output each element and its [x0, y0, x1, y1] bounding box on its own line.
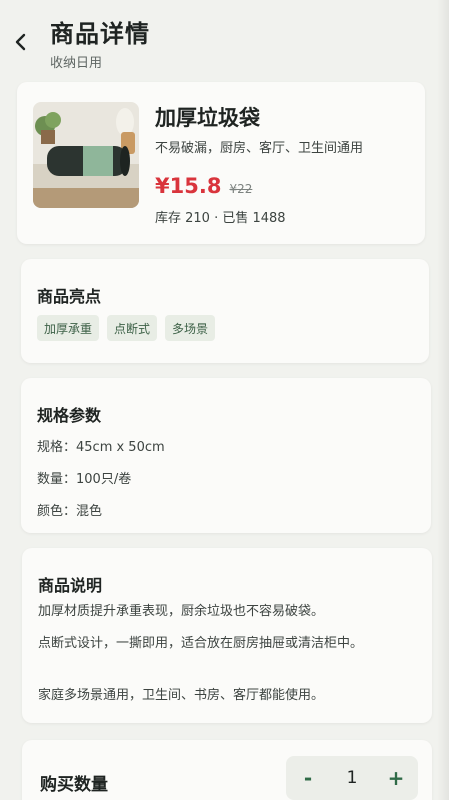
back-button[interactable] — [8, 28, 34, 56]
chevron-left-icon — [15, 33, 26, 51]
quantity-stepper: - 1 + — [286, 756, 418, 800]
product-image — [33, 102, 139, 208]
spec-size: 规格：45cm x 50cm — [37, 440, 165, 455]
price-row: ¥15.8 ¥22 — [155, 174, 252, 198]
tag-list: 加厚承重 点断式 多场景 — [37, 315, 223, 341]
page-title: 商品详情 — [50, 20, 150, 48]
quantity-label: 购买数量 — [40, 775, 108, 795]
stock-sales: 库存 210 · 已售 1488 — [155, 211, 286, 226]
tag: 多场景 — [165, 315, 216, 341]
page-subtitle: 收纳日用 — [50, 56, 103, 71]
spec-count: 数量：100只/卷 — [37, 472, 132, 487]
product-name: 加厚垃圾袋 — [155, 106, 260, 130]
product-description: 不易破漏，厨房、客厅、卫生间通用 — [155, 141, 364, 156]
quantity-card: 购买数量 - 1 + — [22, 740, 432, 800]
increase-button[interactable]: + — [374, 756, 418, 800]
details-paragraph: 加厚材质提升承重表现，厨余垃圾也不容易破袋。 — [38, 604, 325, 619]
details-title: 商品说明 — [38, 576, 103, 595]
product-card: 加厚垃圾袋 不易破漏，厨房、客厅、卫生间通用 ¥15.8 ¥22 库存 210 … — [17, 82, 425, 244]
current-price: ¥15.8 — [155, 174, 222, 198]
details-card: 商品说明 加厚材质提升承重表现，厨余垃圾也不容易破袋。 点断式设计，一撕即用，适… — [22, 548, 432, 723]
quantity-value[interactable]: 1 — [330, 768, 374, 788]
specs-card: 规格参数 规格：45cm x 50cm 数量：100只/卷 颜色：混色 — [21, 378, 431, 533]
specs-title: 规格参数 — [37, 406, 102, 425]
details-paragraph: 家庭多场景通用，卫生间、书房、客厅都能使用。 — [38, 688, 325, 703]
highlights-title: 商品亮点 — [37, 287, 102, 306]
edge-shadow — [437, 0, 449, 800]
tag: 加厚承重 — [37, 315, 100, 341]
highlights-card: 商品亮点 加厚承重 点断式 多场景 — [21, 259, 429, 363]
decrease-button[interactable]: - — [286, 756, 330, 800]
spec-color: 颜色：混色 — [37, 504, 103, 519]
header: 商品详情 收纳日用 — [0, 0, 449, 80]
tag: 点断式 — [107, 315, 158, 341]
original-price: ¥22 — [229, 182, 253, 196]
details-paragraph: 点断式设计，一撕即用，适合放在厨房抽屉或清洁柜中。 — [38, 636, 364, 651]
